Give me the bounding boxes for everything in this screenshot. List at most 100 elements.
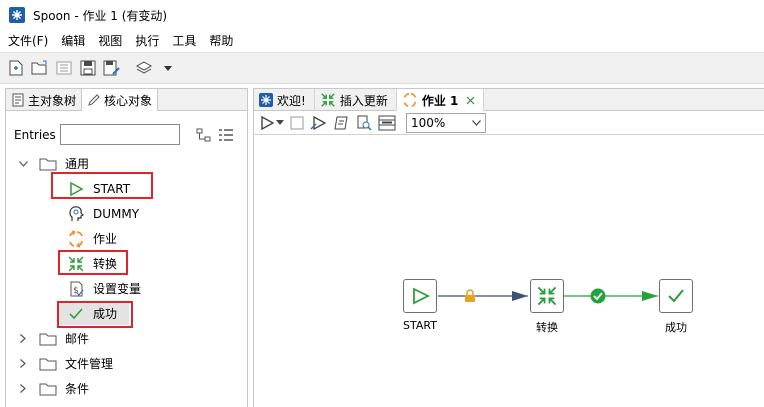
menu-file[interactable]: 文件(F) [8,32,48,49]
save-as-button[interactable] [102,58,122,78]
new-file-icon [9,60,23,76]
tree-item-start-label: START [93,181,131,196]
tab-welcome[interactable]: 欢迎! [254,89,315,111]
menu-edit[interactable]: 编辑 [61,32,85,49]
job-canvas[interactable]: START 转换 成功 [254,137,764,407]
script-check-icon [334,116,348,129]
tab-job-1[interactable]: 作业 1 [396,89,485,111]
spoon-app-icon [9,7,25,23]
open-file-button[interactable] [30,58,50,78]
tree-icon [11,93,25,107]
chevron-down-icon[interactable] [17,160,29,167]
left-panel-tabs: 主对象树 核心对象 [6,89,247,111]
chevron-right-icon[interactable] [17,384,29,393]
tree-item-set-variable[interactable]: $ 设置变量 [6,276,247,301]
tab-welcome-label: 欢迎! [277,93,306,108]
spoon-icon [259,93,273,107]
hop-start-to-transform-arrowhead [512,291,528,301]
chevron-right-icon[interactable] [17,334,29,343]
tab-core-objects[interactable]: 核心对象 [81,89,159,111]
menu-bar: 文件(F) 编辑 视图 执行 工具 帮助 [0,30,764,50]
canvas-node-transform[interactable] [530,279,564,313]
sql-button[interactable] [378,113,396,133]
entries-filter-row: Entries [14,124,234,145]
folder-conditions-label: 条件 [65,382,90,396]
zoom-select[interactable]: 100% [406,112,486,133]
tree-item-set-variable-label: 设置变量 [93,282,142,296]
canvas-node-success-label: 成功 [665,321,687,334]
tab-insert-update[interactable]: 插入更新 [315,89,397,111]
start-triangle-icon [413,287,430,305]
dummy-head-icon [66,204,86,224]
canvas-node-start[interactable] [403,279,437,313]
tab-job-1-label: 作业 1 [421,93,459,108]
layers-dropdown[interactable] [158,58,178,78]
save-as-icon [103,60,120,76]
hops-layer [438,291,658,301]
menu-view[interactable]: 视图 [98,32,122,49]
job-icon [66,229,86,249]
folder-icon [39,382,57,396]
folder-mail[interactable]: 邮件 [6,326,247,351]
window-title: Spoon - 作业 1 (有变动) [33,8,168,23]
folder-general-label: 通用 [65,157,90,171]
zoom-value: 100% [411,115,446,130]
transform-icon [320,92,336,108]
menu-help[interactable]: 帮助 [209,32,233,49]
entries-search-input[interactable] [60,124,180,145]
folder-icon [39,357,57,371]
start-triangle-icon [66,179,86,199]
run-button[interactable] [260,113,274,133]
repository-icon [56,61,72,75]
dropdown-arrow-icon [164,65,172,71]
expand-all-icon[interactable] [196,127,212,143]
folder-file-management[interactable]: 文件管理 [6,351,247,376]
save-button[interactable] [78,58,98,78]
folder-general[interactable]: 通用 [6,151,247,176]
success-check-icon [668,289,684,303]
core-objects-tree: 通用 START DUMMY 作业 转换 $ 设置变量 成功 邮件 文件管理 条… [6,151,247,401]
hop-transform-to-success-arrowhead [642,291,658,301]
explore-repository-button[interactable] [54,58,74,78]
tree-item-job-label: 作业 [93,232,118,246]
folder-conditions[interactable]: 条件 [6,376,247,401]
editor-tabs: 欢迎! 插入更新 作业 1 [254,89,764,111]
tab-main-object-tree[interactable]: 主对象树 [6,89,81,111]
tree-item-transform[interactable]: 转换 [6,251,247,276]
replay-button[interactable] [310,113,328,133]
collapse-all-icon[interactable] [218,127,234,143]
stop-button[interactable] [290,113,304,133]
tab-core-objects-label: 核心对象 [104,93,153,108]
layers-button[interactable] [134,58,154,78]
success-check-icon [66,304,86,324]
run-options-dropdown[interactable] [276,113,284,133]
menu-run[interactable]: 执行 [135,32,159,49]
folder-icon [39,332,57,346]
tree-item-success[interactable]: 成功 [6,301,247,326]
play-icon [261,115,274,130]
folder-mail-label: 邮件 [65,332,90,346]
tree-item-start[interactable]: START [6,176,247,201]
canvas-node-start-label: START [403,319,437,332]
tree-item-transform-label: 转换 [93,257,118,271]
close-tab-icon[interactable] [466,96,475,105]
dropdown-arrow-icon [276,120,284,125]
chevron-right-icon[interactable] [17,359,29,368]
menu-tools[interactable]: 工具 [172,32,196,49]
job-canvas-toolbar: 100% [254,111,764,135]
tree-item-job[interactable]: 作业 [6,226,247,251]
impact-analysis-button[interactable] [356,113,372,133]
canvas-node-success[interactable] [659,279,693,313]
tree-item-dummy[interactable]: DUMMY [6,201,247,226]
tab-insert-update-label: 插入更新 [339,93,388,108]
chevron-down-icon [472,119,481,126]
transform-icon [537,286,557,306]
folder-icon [39,157,57,171]
check-circle-icon [590,288,606,304]
check-job-button[interactable] [334,113,350,133]
entries-label: Entries [14,127,56,142]
main-toolbar [0,52,764,84]
new-file-button[interactable] [6,58,26,78]
stop-icon [290,116,304,129]
database-table-icon [378,115,396,130]
